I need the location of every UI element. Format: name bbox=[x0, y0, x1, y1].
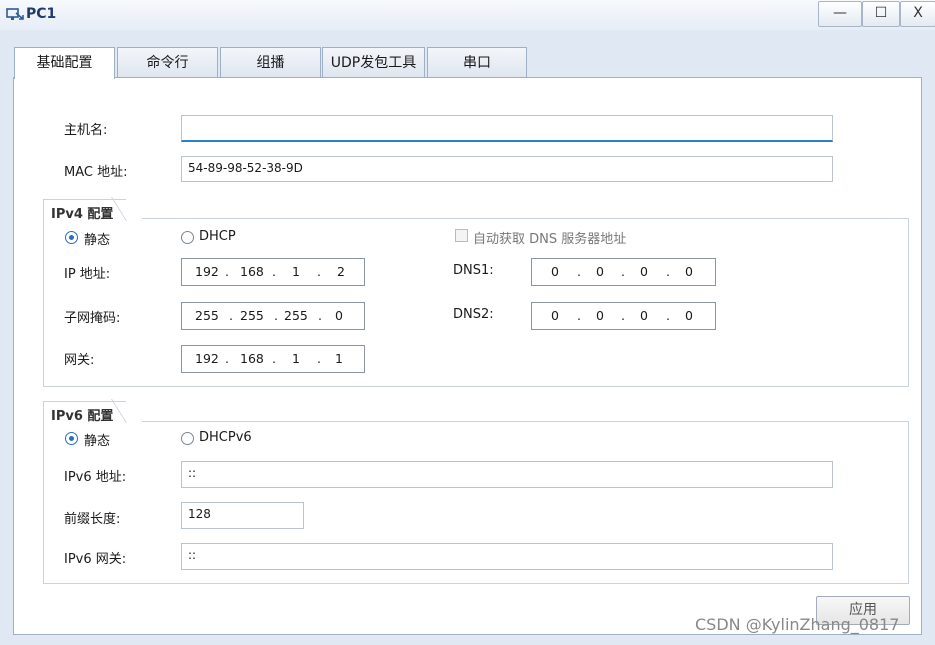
mask-octet-1: 255 bbox=[195, 308, 219, 323]
dns2-octet-3: 0 bbox=[640, 308, 648, 323]
dns1-octet-2: 0 bbox=[596, 264, 604, 279]
hostname-label: 主机名: bbox=[64, 123, 108, 138]
dns2-input[interactable]: 0 0 0 0 . . . bbox=[531, 302, 716, 330]
ip-octet-4: 2 bbox=[337, 264, 345, 279]
dot-separator: . bbox=[272, 351, 276, 366]
mac-address-field: 54-89-98-52-38-9D bbox=[181, 156, 833, 182]
ipv6-address-label: IPv6 地址: bbox=[64, 470, 127, 485]
ipv4-dhcp-radio[interactable] bbox=[181, 231, 194, 244]
hostname-input[interactable] bbox=[181, 115, 833, 142]
ipv4-static-radio[interactable] bbox=[65, 231, 78, 244]
dns1-label: DNS1: bbox=[453, 263, 494, 278]
gateway-octet-2: 168 bbox=[240, 351, 264, 366]
auto-dns-label: 自动获取 DNS 服务器地址 bbox=[473, 232, 627, 247]
tab-udp-tool[interactable]: UDP发包工具 bbox=[322, 47, 425, 77]
minimize-button[interactable]: — bbox=[818, 1, 862, 27]
ip-address-input[interactable]: 192 168 1 2 . . . bbox=[181, 258, 365, 286]
window-title: PC1 bbox=[26, 6, 57, 22]
ip-address-label: IP 地址: bbox=[64, 267, 111, 282]
ipv6-dhcp-radio[interactable] bbox=[181, 432, 194, 445]
mask-octet-4: 0 bbox=[335, 308, 343, 323]
dns1-octet-3: 0 bbox=[640, 264, 648, 279]
dot-separator: . bbox=[317, 351, 321, 366]
ipv6-gateway-input[interactable]: :: bbox=[181, 543, 833, 570]
dot-separator: . bbox=[318, 308, 322, 323]
dot-separator: . bbox=[621, 264, 625, 279]
dns2-label: DNS2: bbox=[453, 307, 494, 322]
dot-separator: . bbox=[225, 351, 229, 366]
dot-separator: . bbox=[272, 264, 276, 279]
watermark: CSDN @KylinZhang_0817 bbox=[695, 615, 900, 634]
dns1-octet-4: 0 bbox=[685, 264, 693, 279]
title-bar: PC1 — ☐ X bbox=[0, 0, 935, 30]
tab-basic-config[interactable]: 基础配置 bbox=[14, 47, 115, 79]
ip-octet-2: 168 bbox=[240, 264, 264, 279]
prefix-length-input[interactable]: 128 bbox=[181, 502, 304, 529]
group-tab-gap bbox=[126, 421, 142, 422]
gateway-octet-1: 192 bbox=[195, 351, 219, 366]
dot-separator: . bbox=[317, 264, 321, 279]
gateway-octet-4: 1 bbox=[335, 351, 343, 366]
tab-multicast[interactable]: 组播 bbox=[220, 47, 321, 77]
mask-octet-3: 255 bbox=[284, 308, 308, 323]
dns1-octet-1: 0 bbox=[551, 264, 559, 279]
ip-octet-3: 1 bbox=[292, 264, 300, 279]
dot-separator: . bbox=[274, 308, 278, 323]
subnet-mask-input[interactable]: 255 255 255 0 . . . bbox=[181, 302, 365, 330]
ipv6-gateway-label: IPv6 网关: bbox=[64, 552, 127, 567]
auto-dns-checkbox[interactable] bbox=[455, 229, 468, 242]
gateway-input[interactable]: 192 168 1 1 . . . bbox=[181, 345, 365, 373]
dns2-octet-4: 0 bbox=[685, 308, 693, 323]
dns2-octet-2: 0 bbox=[596, 308, 604, 323]
dot-separator: . bbox=[225, 264, 229, 279]
tab-serial-port[interactable]: 串口 bbox=[427, 47, 527, 77]
dot-separator: . bbox=[621, 308, 625, 323]
tab-command-line[interactable]: 命令行 bbox=[117, 47, 218, 77]
ipv4-static-label: 静态 bbox=[84, 233, 111, 248]
dot-separator: . bbox=[666, 308, 670, 323]
dot-separator: . bbox=[666, 264, 670, 279]
dot-separator: . bbox=[577, 308, 581, 323]
gateway-octet-3: 1 bbox=[292, 351, 300, 366]
dot-separator: . bbox=[577, 264, 581, 279]
ip-octet-1: 192 bbox=[195, 264, 219, 279]
dot-separator: . bbox=[229, 308, 233, 323]
close-button[interactable]: X bbox=[900, 1, 935, 27]
group-tab-gap bbox=[126, 218, 142, 219]
ipv6-static-label: 静态 bbox=[84, 434, 111, 449]
app-icon bbox=[6, 8, 24, 20]
ipv6-address-input[interactable]: :: bbox=[181, 461, 833, 488]
ipv6-static-radio[interactable] bbox=[65, 432, 78, 445]
dns2-octet-1: 0 bbox=[551, 308, 559, 323]
gateway-label: 网关: bbox=[64, 353, 95, 368]
ipv6-dhcp-label: DHCPv6 bbox=[199, 430, 252, 445]
maximize-button[interactable]: ☐ bbox=[862, 1, 900, 27]
mask-octet-2: 255 bbox=[240, 308, 264, 323]
mac-label: MAC 地址: bbox=[64, 165, 128, 180]
subnet-mask-label: 子网掩码: bbox=[64, 311, 121, 326]
prefix-length-label: 前缀长度: bbox=[64, 512, 121, 527]
ipv4-dhcp-label: DHCP bbox=[199, 229, 236, 244]
dns1-input[interactable]: 0 0 0 0 . . . bbox=[531, 258, 716, 286]
